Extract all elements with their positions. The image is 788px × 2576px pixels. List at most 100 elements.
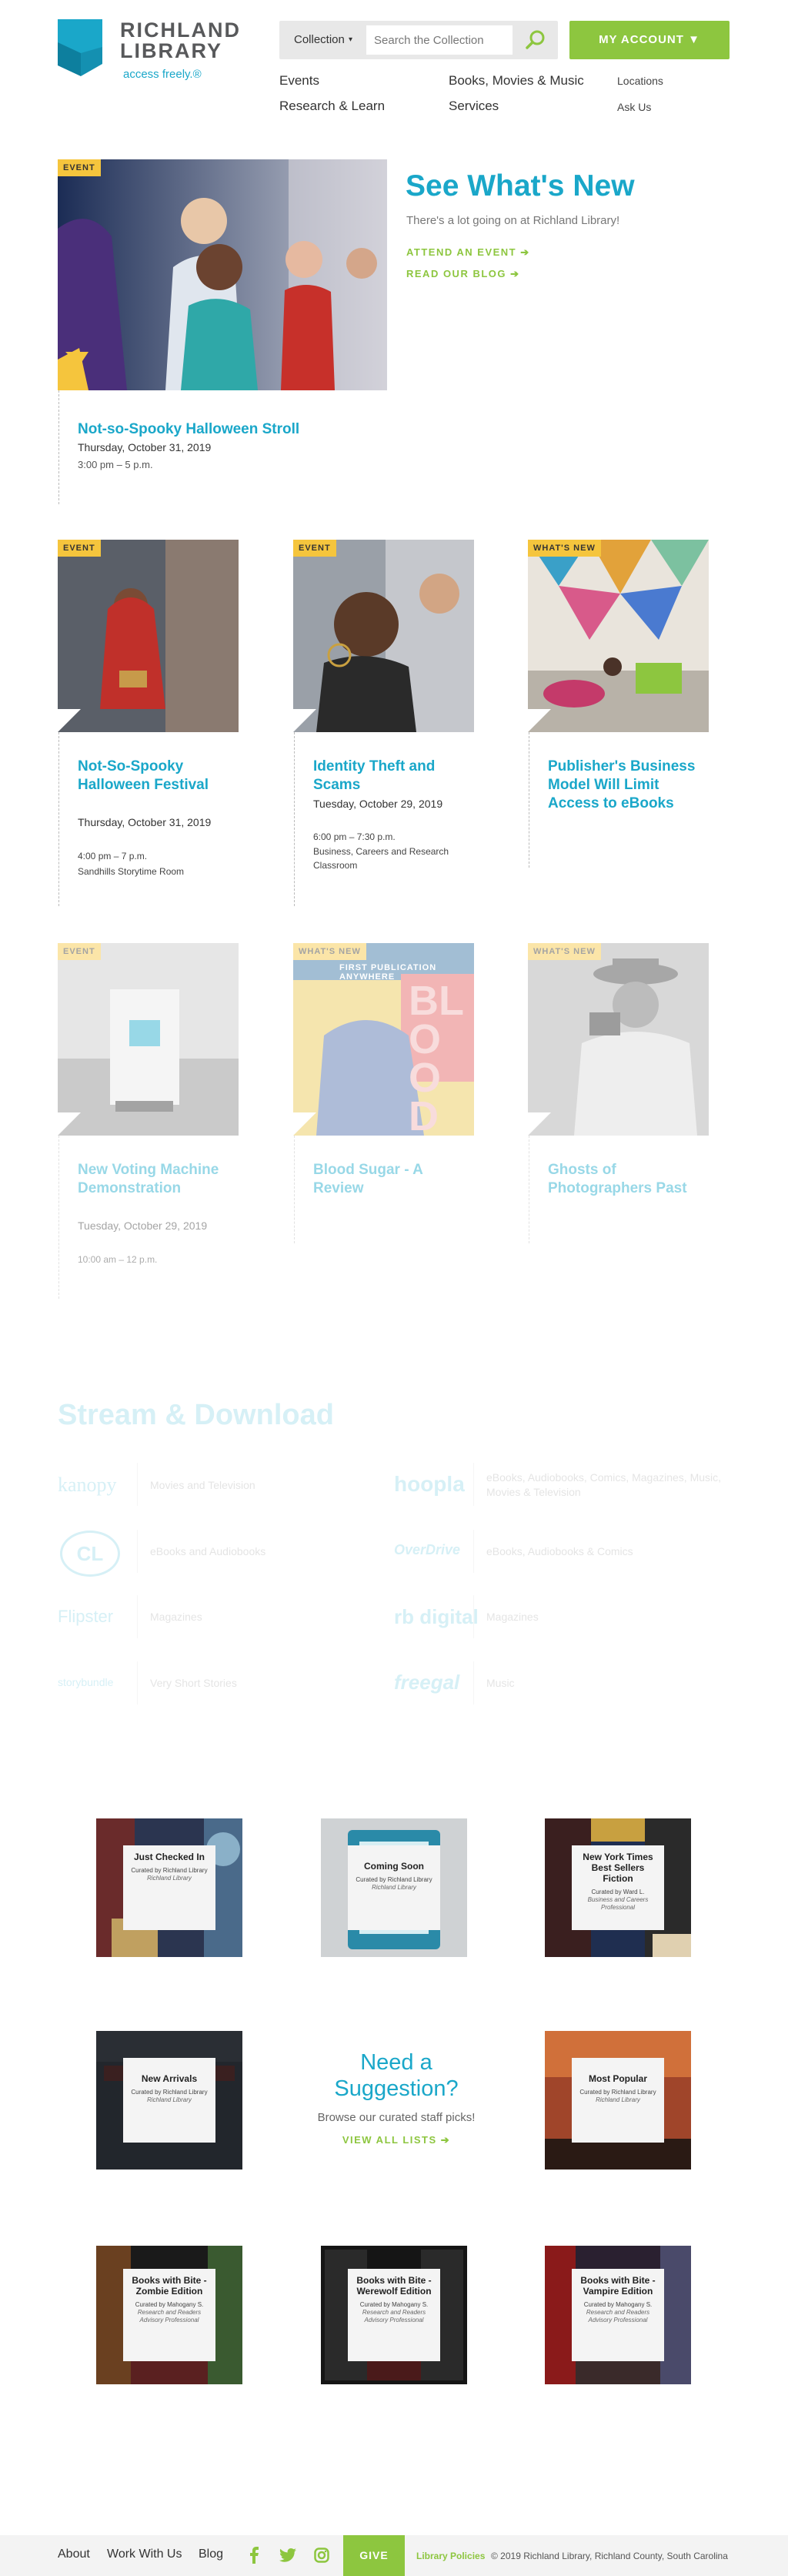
- card-title[interactable]: New Voting Machine Demonstration: [78, 1161, 232, 1198]
- cloudlibrary-logo[interactable]: CL: [60, 1531, 120, 1577]
- service-description: Movies and Television: [150, 1479, 255, 1491]
- list-curator: Curated by Ward L.: [591, 1889, 645, 1895]
- twitter-icon[interactable]: [279, 2548, 296, 2562]
- list-card: Coming Soon Curated by Richland Library Ri…: [348, 1845, 440, 1930]
- card-image[interactable]: FIRST PUBLICATION ANYWHERE BLOOD SUG WHA…: [293, 943, 474, 1136]
- freegal-logo[interactable]: freegal: [394, 1671, 459, 1694]
- logo-wordmark-line1[interactable]: RICHLAND: [120, 19, 241, 41]
- hoopla-logo[interactable]: hoopla: [394, 1472, 465, 1497]
- footer-blog-link[interactable]: Blog: [199, 2548, 223, 2561]
- list-card: Books with Bite - Werewolf Edition Curate…: [348, 2269, 440, 2361]
- service-description: Magazines: [486, 1611, 539, 1623]
- nav-events[interactable]: Events: [279, 73, 319, 89]
- list-title: New York Times Best Sellers Fiction: [583, 1852, 653, 1884]
- divider: [58, 390, 59, 504]
- card-image[interactable]: WHAT'S NEW: [528, 943, 709, 1136]
- hero-image[interactable]: EVENT: [58, 159, 387, 390]
- divider: [473, 1463, 474, 1506]
- card-image[interactable]: EVENT: [58, 540, 239, 732]
- divider: [137, 1661, 138, 1705]
- nav-ask-us[interactable]: Ask Us: [617, 101, 651, 113]
- list-curator: Curated by Richland Library: [356, 1876, 432, 1883]
- suggestion-subheading: Browse our curated staff picks!: [317, 2111, 476, 2124]
- list-tile[interactable]: Books with Bite - Zombie Edition Curated …: [96, 2246, 242, 2384]
- list-curator: Curated by Richland Library: [131, 2089, 208, 2096]
- storybundle-logo[interactable]: storybundle: [58, 1676, 113, 1688]
- divider: [294, 732, 295, 906]
- list-curator-role: Richland Library: [596, 2096, 640, 2103]
- service-description: Very Short Stories: [150, 1677, 237, 1689]
- give-button[interactable]: GIVE: [343, 2535, 405, 2576]
- whats-new-heading: See What's New: [406, 169, 635, 202]
- list-tile[interactable]: Books with Bite - Werewolf Edition Curate…: [321, 2246, 467, 2384]
- card-title[interactable]: Ghosts of Photographers Past: [548, 1161, 702, 1198]
- event-badge: EVENT: [58, 540, 101, 557]
- read-blog-link[interactable]: READ OUR BLOG ➔: [406, 268, 520, 280]
- logo-tagline: access freely.®: [123, 68, 202, 81]
- library-logo-icon[interactable]: [58, 19, 110, 76]
- service-description: Music: [486, 1677, 515, 1689]
- service-description: eBooks, Audiobooks, Comics, Magazines, M…: [486, 1471, 722, 1498]
- card-time: 6:00 pm – 7:30 p.m.: [313, 831, 396, 842]
- chevron-down-icon: ▾: [348, 35, 352, 44]
- card-title[interactable]: Not-So-Spooky Halloween Festival: [78, 758, 232, 795]
- divider: [473, 1595, 474, 1638]
- list-tile[interactable]: Coming Soon Curated by Richland Library Ri…: [321, 1818, 467, 1957]
- facebook-icon[interactable]: [249, 2547, 259, 2564]
- suggestion-heading: Need a Suggestion?: [334, 2050, 459, 2101]
- divider: [58, 732, 59, 906]
- list-title: Books with Bite - Vampire Edition: [580, 2275, 656, 2297]
- overdrive-logo[interactable]: OverDrive: [394, 1542, 460, 1558]
- cover-text: BLOOD SUG: [409, 978, 466, 1136]
- list-card: Just Checked In Curated by Richland Libra…: [123, 1845, 215, 1930]
- service-description: eBooks, Audiobooks & Comics: [486, 1545, 633, 1557]
- footer-work-link[interactable]: Work With Us: [107, 2548, 182, 2561]
- nav-locations[interactable]: Locations: [617, 75, 663, 87]
- search-icon[interactable]: [517, 25, 553, 55]
- nav-services[interactable]: Services: [449, 99, 499, 114]
- list-tile[interactable]: New York Times Best Sellers Fiction Curat…: [545, 1818, 691, 1957]
- card-title[interactable]: Identity Theft and Scams: [313, 758, 467, 795]
- card-image[interactable]: WHAT'S NEW: [528, 540, 709, 732]
- card-image[interactable]: EVENT: [293, 540, 474, 732]
- footer-about-link[interactable]: About: [58, 2548, 90, 2561]
- search-scope-select[interactable]: Collection ▾: [285, 25, 362, 55]
- nav-books-movies-music[interactable]: Books, Movies & Music: [449, 73, 584, 89]
- instagram-icon[interactable]: [314, 2548, 329, 2563]
- card-title[interactable]: Publisher's Business Model Will Limit Ac…: [548, 758, 702, 813]
- list-curator-role: Richland Library: [147, 1875, 192, 1882]
- list-curator: Curated by Richland Library: [131, 1867, 208, 1874]
- logo-wordmark-line2[interactable]: LIBRARY: [120, 40, 222, 62]
- search-input[interactable]: [366, 25, 513, 55]
- divider: [473, 1530, 474, 1573]
- hero-event-title[interactable]: Not-so-Spooky Halloween Stroll: [78, 421, 299, 438]
- card-title[interactable]: Blood Sugar - A Review: [313, 1161, 467, 1198]
- attend-event-link[interactable]: ATTEND AN EVENT ➔: [406, 246, 530, 259]
- event-badge: EVENT: [58, 943, 101, 960]
- list-tile[interactable]: Just Checked In Curated by Richland Libra…: [96, 1818, 242, 1957]
- list-card: New York Times Best Sellers Fiction Curat…: [572, 1845, 664, 1930]
- card-image[interactable]: EVENT: [58, 943, 239, 1136]
- list-curator: Curated by Richland Library: [579, 2089, 656, 2096]
- my-account-button[interactable]: MY ACCOUNT ▼: [569, 21, 730, 59]
- list-card: Books with Bite - Zombie Edition Curated …: [123, 2269, 215, 2361]
- list-tile[interactable]: Books with Bite - Vampire Edition Curated…: [545, 2246, 691, 2384]
- divider: [137, 1530, 138, 1573]
- list-title: Just Checked In: [133, 1852, 205, 1862]
- flipster-logo[interactable]: Flipster: [58, 1607, 113, 1627]
- list-tile[interactable]: Most Popular Curated by Richland Library R…: [545, 2031, 691, 2170]
- stream-download-heading: Stream & Download: [58, 1399, 334, 1431]
- kanopy-logo[interactable]: kanopy: [58, 1474, 117, 1497]
- library-policies-link[interactable]: Library Policies: [416, 2551, 485, 2561]
- search-scope-value: Collection: [294, 33, 345, 46]
- event-badge: EVENT: [58, 159, 101, 176]
- list-tile[interactable]: New Arrivals Curated by Richland Library R…: [96, 2031, 242, 2170]
- nav-research-learn[interactable]: Research & Learn: [279, 99, 385, 114]
- list-title: Most Popular: [588, 2073, 647, 2084]
- card-location: Business, Careers and Research Classroom: [313, 846, 449, 871]
- view-all-lists-link[interactable]: VIEW ALL LISTS ➔: [304, 2134, 489, 2146]
- list-curator: Curated by Mahogany S.: [135, 2301, 204, 2308]
- divider: [473, 1661, 474, 1705]
- whats-new-badge: WHAT'S NEW: [528, 943, 601, 960]
- rbdigital-logo[interactable]: rb digital: [394, 1605, 479, 1629]
